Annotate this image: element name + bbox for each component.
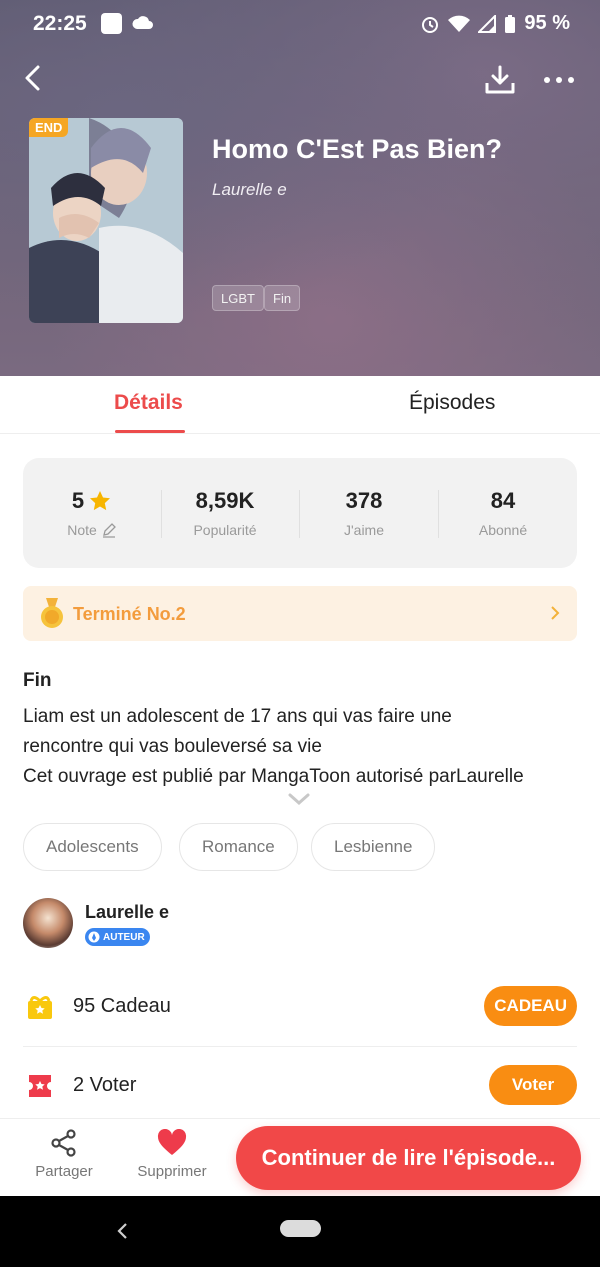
wifi-icon [448, 15, 471, 32]
status-bar: 22:25 95 % [0, 0, 600, 48]
description-line: Cet ouvrage est publié par MangaToon aut… [23, 766, 524, 787]
star-icon [90, 491, 111, 511]
cover-artwork [29, 118, 183, 323]
stats-panel: 5 Note 8,59K Popularité 378 J'aime 84 Ab… [23, 458, 577, 568]
genre-tag[interactable]: LGBT [212, 285, 264, 311]
medal-icon [41, 598, 63, 628]
ranking-banner[interactable]: Terminé No.2 [23, 586, 577, 641]
gift-button[interactable]: CADEAU [484, 986, 577, 1026]
stat-value: 5 [71, 488, 85, 513]
alarm-icon [422, 16, 439, 33]
end-badge: END [29, 118, 69, 137]
signal-icon [478, 14, 497, 33]
battery-level: 95 % [524, 12, 570, 34]
stat-value: 84 [490, 488, 516, 513]
author-name[interactable]: Laurelle e [85, 902, 169, 923]
stat-subscribers: 84 Abonné [434, 488, 572, 538]
tab-indicator [115, 430, 185, 433]
genre-tag[interactable]: Fin [264, 285, 301, 311]
tab-episodes[interactable]: Épisodes [409, 391, 495, 415]
notification-icon [101, 13, 122, 34]
stat-popularity: 8,59K Popularité [156, 488, 294, 538]
status-time: 22:25 [33, 12, 87, 35]
back-button[interactable] [18, 62, 48, 94]
stat-label: Note [67, 522, 97, 538]
gift-icon [28, 996, 52, 1019]
vote-row: 2 Voter Voter [23, 1047, 577, 1125]
edit-icon [102, 523, 116, 538]
share-button[interactable]: Partager [34, 1129, 94, 1180]
heart-icon [157, 1129, 187, 1155]
gift-count: 95 Cadeau [73, 995, 171, 1017]
nav-back-icon[interactable] [114, 1220, 130, 1242]
description-heading: Fin [23, 670, 52, 691]
book-header: 22:25 95 % END Homo C'Est Pas Bien? Laur… [0, 0, 600, 376]
tab-details[interactable]: Détails [114, 391, 183, 415]
remove-label: Supprimer [137, 1163, 207, 1180]
tag-chip[interactable]: Adolescents [23, 823, 162, 871]
battery-icon [505, 14, 516, 33]
vote-count: 2 Voter [73, 1074, 137, 1096]
system-nav-bar [0, 1196, 600, 1267]
book-title: Homo C'Est Pas Bien? [212, 134, 502, 164]
download-icon[interactable] [483, 63, 517, 97]
tab-bar: Détails Épisodes [0, 376, 600, 434]
stat-rating[interactable]: 5 Note [23, 488, 161, 538]
bottom-action-bar: Partager Supprimer Continuer de lire l'é… [0, 1118, 600, 1196]
stat-label: Popularité [193, 522, 257, 538]
tag-chip[interactable]: Romance [179, 823, 298, 871]
ranking-label: Terminé No.2 [73, 604, 186, 624]
stat-label: Abonné [478, 522, 528, 538]
share-label: Partager [35, 1163, 93, 1180]
book-cover[interactable] [29, 118, 183, 323]
stat-value: 8,59K [195, 488, 255, 513]
stat-value: 378 [345, 488, 383, 513]
vote-button[interactable]: Voter [489, 1065, 577, 1105]
author-badge-label: AUTEUR [103, 931, 145, 943]
more-options-icon[interactable] [541, 70, 577, 90]
continue-reading-button[interactable]: Continuer de lire l'épisode... [236, 1126, 581, 1190]
pen-icon [88, 931, 100, 943]
ticket-icon [29, 1075, 51, 1097]
book-author[interactable]: Laurelle e [212, 180, 287, 200]
author-avatar[interactable] [23, 898, 73, 948]
chevron-right-icon [551, 606, 560, 620]
cloud-icon [132, 16, 153, 29]
gift-row: 95 Cadeau CADEAU [23, 968, 577, 1046]
status-icons: 95 % [420, 12, 570, 35]
stat-likes: 378 J'aime [295, 488, 433, 538]
stat-label: J'aime [343, 522, 385, 538]
author-badge: AUTEUR [85, 928, 150, 946]
remove-favorite-button[interactable]: Supprimer [135, 1129, 209, 1180]
share-icon [51, 1129, 76, 1157]
expand-chevron-icon[interactable] [287, 792, 311, 806]
description-line: rencontre qui vas bouleversé sa vie [23, 736, 322, 757]
description-line: Liam est un adolescent de 17 ans qui vas… [23, 706, 452, 727]
tag-chip[interactable]: Lesbienne [311, 823, 436, 871]
description-text: Liam est un adolescent de 17 ans qui vas… [23, 702, 583, 792]
nav-home-button[interactable] [280, 1220, 321, 1237]
